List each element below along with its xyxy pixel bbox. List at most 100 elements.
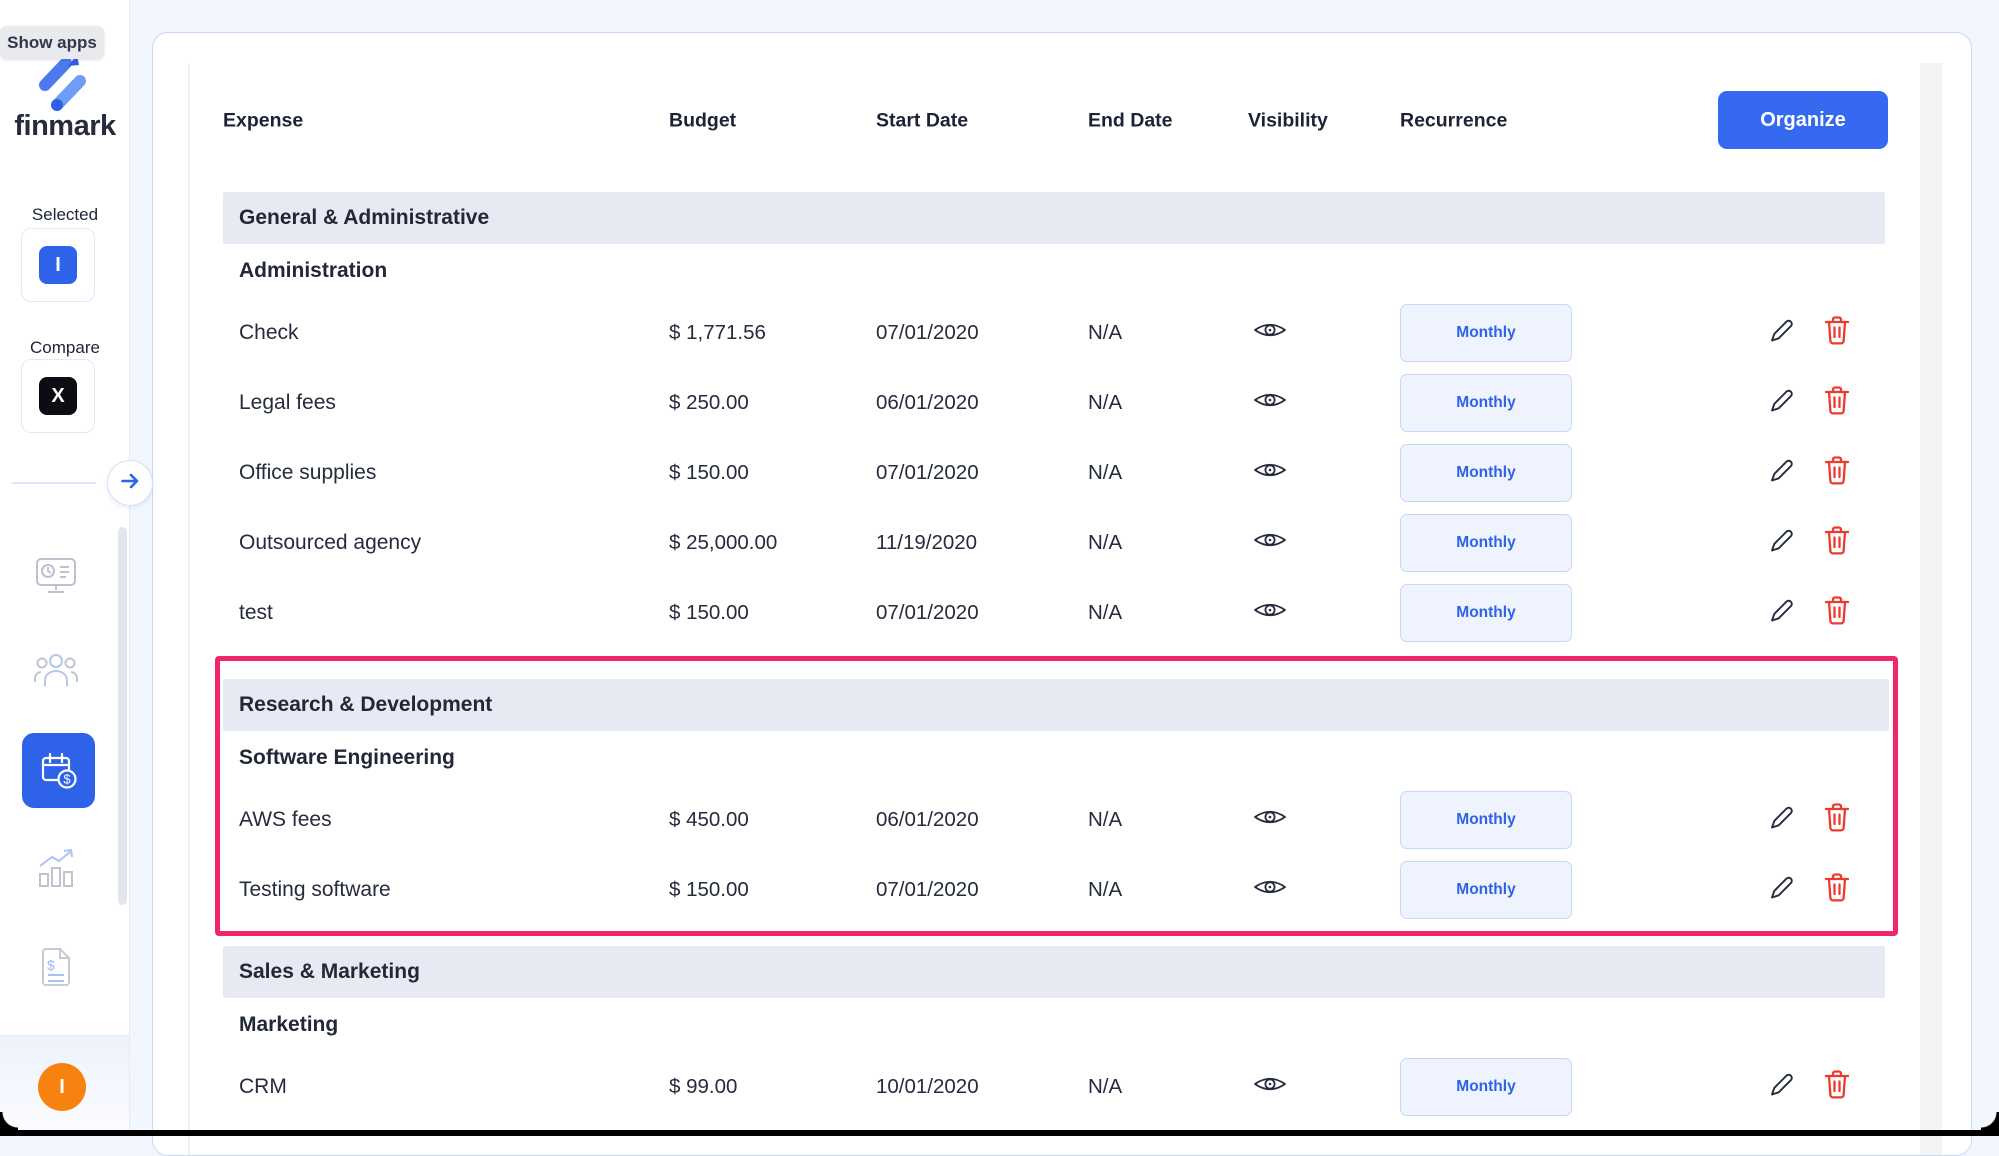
delete-button[interactable] <box>1823 594 1851 632</box>
edit-pencil-icon <box>1767 1073 1797 1104</box>
sidebar-expand-button[interactable] <box>107 460 153 506</box>
budget-value: $ 450.00 <box>669 808 749 831</box>
edit-button[interactable] <box>1767 1069 1797 1105</box>
end-date-value: N/A <box>1088 461 1123 484</box>
eye-icon <box>1252 875 1288 905</box>
start-date-value: 10/01/2020 <box>876 1075 979 1098</box>
visibility-toggle[interactable] <box>1251 528 1289 558</box>
show-apps-tooltip: Show apps <box>0 26 104 59</box>
expense-name: AWS fees <box>239 808 332 831</box>
expenses-calendar-dollar-icon: $ <box>22 748 95 794</box>
recurrence-button[interactable]: Monthly <box>1400 861 1572 919</box>
sidebar-item-expenses-active[interactable]: $ <box>22 733 95 808</box>
table-scrollbar-track[interactable] <box>1920 63 1942 1155</box>
end-date-value: N/A <box>1088 531 1123 554</box>
visibility-toggle[interactable] <box>1251 805 1289 835</box>
start-date-value: 07/01/2020 <box>876 321 979 344</box>
expense-name: CRM <box>239 1075 287 1098</box>
edit-button[interactable] <box>1767 455 1797 491</box>
edit-pencil-icon <box>1767 599 1797 630</box>
invoices-document-dollar-icon: $ <box>37 944 75 995</box>
section-title: Research & Development <box>239 693 493 716</box>
edit-button[interactable] <box>1767 595 1797 631</box>
edit-pencil-icon <box>1767 806 1797 837</box>
content-edge-line <box>188 63 190 1155</box>
selected-scenario-badge: I <box>39 246 77 284</box>
organize-button[interactable]: Organize <box>1718 91 1888 149</box>
sidebar-scrollbar-thumb[interactable] <box>118 527 127 905</box>
edit-pencil-icon <box>1767 319 1797 350</box>
recurrence-button[interactable]: Monthly <box>1400 304 1572 362</box>
recurrence-button[interactable]: Monthly <box>1400 1058 1572 1116</box>
sidebar-divider <box>12 482 96 484</box>
recurrence-button[interactable]: Monthly <box>1400 374 1572 432</box>
table-body: General & Administrative Administration … <box>215 192 1898 1122</box>
compare-scenario-card[interactable]: X <box>21 359 95 433</box>
sidebar-item-dashboard[interactable] <box>0 554 112 603</box>
delete-trash-icon <box>1823 1070 1851 1105</box>
visibility-toggle[interactable] <box>1251 388 1289 418</box>
delete-button[interactable] <box>1823 871 1851 909</box>
edit-button[interactable] <box>1767 525 1797 561</box>
recurrence-button[interactable]: Monthly <box>1400 584 1572 642</box>
visibility-toggle[interactable] <box>1251 1072 1289 1102</box>
recurrence-button[interactable]: Monthly <box>1400 444 1572 502</box>
delete-button[interactable] <box>1823 1068 1851 1106</box>
edit-pencil-icon <box>1767 389 1797 420</box>
section: General & Administrative Administration … <box>223 192 1885 648</box>
edit-pencil-icon <box>1767 459 1797 490</box>
sidebar-item-charts[interactable] <box>0 846 112 895</box>
window-bottom-edge <box>0 1130 1999 1136</box>
eye-icon <box>1252 458 1288 488</box>
table-header-row: Expense Budget Start Date End Date Visib… <box>223 91 1888 151</box>
eye-icon <box>1252 598 1288 628</box>
delete-trash-icon <box>1823 386 1851 421</box>
subsection-title: Marketing <box>239 1013 339 1036</box>
expense-name: Legal fees <box>239 391 336 414</box>
delete-button[interactable] <box>1823 384 1851 422</box>
table-row: Outsourced agency $ 25,000.00 11/19/2020… <box>223 508 1885 578</box>
delete-button[interactable] <box>1823 801 1851 839</box>
delete-trash-icon <box>1823 316 1851 351</box>
column-header-recurrence: Recurrence <box>1400 109 1508 132</box>
end-date-value: N/A <box>1088 878 1123 901</box>
edit-button[interactable] <box>1767 802 1797 838</box>
section-title: Sales & Marketing <box>239 960 420 983</box>
recurrence-button[interactable]: Monthly <box>1400 791 1572 849</box>
delete-button[interactable] <box>1823 314 1851 352</box>
sidebar-item-team[interactable] <box>0 650 112 697</box>
delete-trash-icon <box>1823 803 1851 838</box>
delete-trash-icon <box>1823 596 1851 631</box>
charts-bar-trend-icon <box>33 846 79 895</box>
column-header-expense: Expense <box>223 109 304 132</box>
visibility-toggle[interactable] <box>1251 875 1289 905</box>
table-row: Check $ 1,771.56 07/01/2020 N/A Monthly <box>223 298 1885 368</box>
edit-button[interactable] <box>1767 385 1797 421</box>
expenses-panel: Expense Budget Start Date End Date Visib… <box>152 32 1972 1156</box>
visibility-toggle[interactable] <box>1251 458 1289 488</box>
sidebar-item-invoices[interactable]: $ <box>0 944 112 995</box>
expense-name: Testing software <box>239 878 391 901</box>
visibility-toggle[interactable] <box>1251 598 1289 628</box>
section: Research & Development Software Engineer… <box>215 656 1898 936</box>
table-row: Testing software $ 150.00 07/01/2020 N/A… <box>223 855 1889 925</box>
section-title: General & Administrative <box>239 206 490 229</box>
delete-button[interactable] <box>1823 454 1851 492</box>
edit-button[interactable] <box>1767 872 1797 908</box>
expense-name: test <box>239 601 273 624</box>
start-date-value: 07/01/2020 <box>876 878 979 901</box>
delete-button[interactable] <box>1823 524 1851 562</box>
team-people-icon <box>32 650 80 697</box>
column-header-start-date: Start Date <box>876 109 969 132</box>
eye-icon <box>1252 528 1288 558</box>
edit-button[interactable] <box>1767 315 1797 351</box>
edit-pencil-icon <box>1767 529 1797 560</box>
delete-trash-icon <box>1823 456 1851 491</box>
selected-scenario-card[interactable]: I <box>21 228 95 302</box>
recurrence-button[interactable]: Monthly <box>1400 514 1572 572</box>
column-header-end-date: End Date <box>1088 109 1173 132</box>
visibility-toggle[interactable] <box>1251 318 1289 348</box>
user-avatar[interactable]: I <box>38 1063 86 1111</box>
finmark-logo-icon <box>30 52 88 117</box>
eye-icon <box>1252 1072 1288 1102</box>
